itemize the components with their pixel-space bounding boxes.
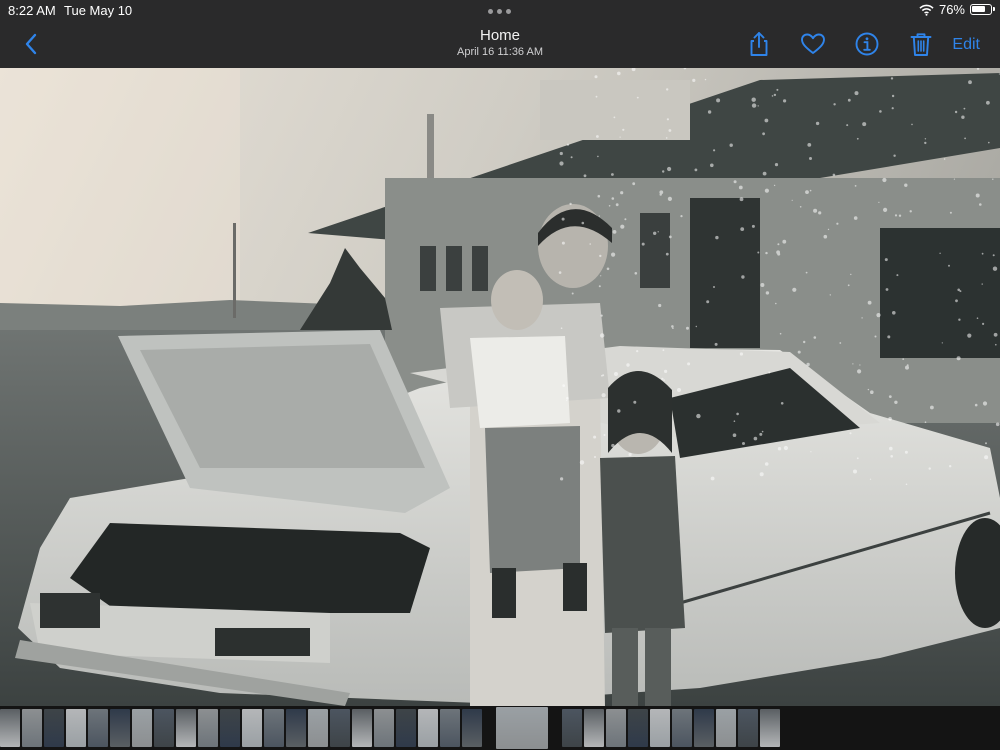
vintage-family-photo [0, 68, 1000, 706]
filmstrip-thumbnail[interactable] [198, 709, 218, 747]
filmstrip-thumbnail[interactable] [154, 709, 174, 747]
filmstrip-thumbnail[interactable] [440, 709, 460, 747]
filmstrip-thumbnail[interactable] [694, 709, 714, 747]
heart-icon[interactable] [799, 30, 827, 58]
filmstrip-thumbnail[interactable] [716, 709, 736, 747]
filmstrip-thumbnail[interactable] [462, 709, 482, 747]
status-indicators: 76% [919, 2, 995, 17]
filmstrip-thumbnail[interactable] [264, 709, 284, 747]
filmstrip-thumbnail[interactable] [44, 709, 64, 747]
wifi-icon [919, 4, 934, 16]
status-time: 8:22 AM [8, 3, 56, 18]
filmstrip-thumbnail[interactable] [110, 709, 130, 747]
photo-nav-bar: Home April 16 11:36 AM Edit [0, 22, 1000, 68]
filmstrip-thumbnail[interactable] [584, 709, 604, 747]
filmstrip-thumbnail[interactable] [66, 709, 86, 747]
filmstrip-thumbnail[interactable] [374, 709, 394, 747]
info-icon[interactable] [853, 30, 881, 58]
thumbnail-filmstrip[interactable] [0, 706, 1000, 750]
filmstrip-thumbnail[interactable] [650, 709, 670, 747]
filmstrip-thumbnail[interactable] [176, 709, 196, 747]
filmstrip-thumbnail[interactable] [562, 709, 582, 747]
battery-icon [970, 4, 995, 15]
filmstrip-thumbnail[interactable] [220, 709, 240, 747]
multitasking-dots[interactable] [488, 9, 511, 14]
edit-button[interactable]: Edit [952, 36, 980, 54]
filmstrip-thumbnail[interactable] [606, 709, 626, 747]
status-bar: 8:22 AM Tue May 10 76% [0, 0, 1000, 22]
status-date: Tue May 10 [64, 3, 133, 18]
filmstrip-thumbnail[interactable] [352, 709, 372, 747]
filmstrip-thumbnail[interactable] [628, 709, 648, 747]
filmstrip-thumbnail[interactable] [418, 709, 438, 747]
filmstrip-thumbnail[interactable] [0, 709, 20, 747]
trash-icon[interactable] [907, 30, 935, 58]
filmstrip-thumbnail[interactable] [242, 709, 262, 747]
album-title: Home [479, 27, 520, 44]
filmstrip-thumbnail[interactable] [132, 709, 152, 747]
filmstrip-thumbnail[interactable] [738, 709, 758, 747]
battery-percent: 76% [938, 2, 965, 17]
filmstrip-thumbnail[interactable] [396, 709, 416, 747]
filmstrip-thumbnail[interactable] [88, 709, 108, 747]
share-icon[interactable] [745, 30, 773, 58]
filmstrip-thumbnail[interactable] [672, 709, 692, 747]
filmstrip-thumbnail[interactable] [760, 709, 780, 747]
filmstrip-thumbnail[interactable] [22, 709, 42, 747]
filmstrip-thumbnail[interactable] [308, 709, 328, 747]
photo-date-subtitle: April 16 11:36 AM [456, 46, 543, 58]
filmstrip-thumbnail[interactable] [330, 709, 350, 747]
filmstrip-thumbnail[interactable] [286, 709, 306, 747]
filmstrip-thumbnail[interactable] [496, 707, 548, 749]
main-photo[interactable] [0, 68, 1000, 706]
